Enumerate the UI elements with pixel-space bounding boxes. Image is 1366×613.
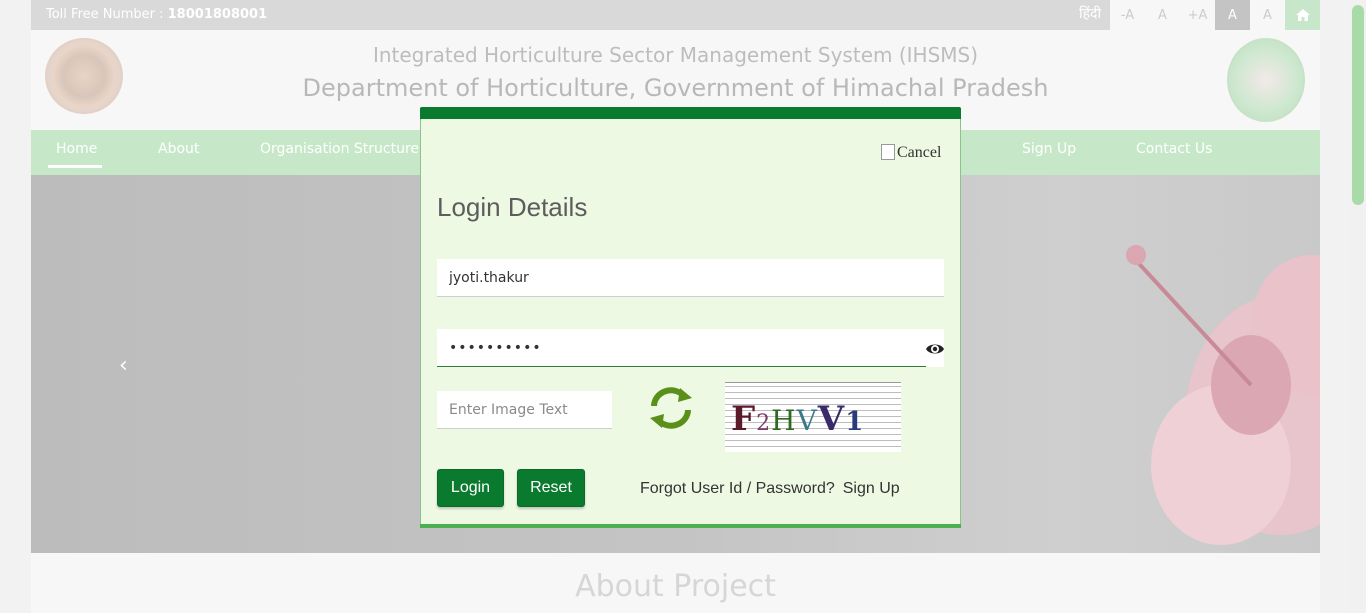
hibiscus-image <box>1126 245 1320 545</box>
modal-top-bar <box>420 107 961 119</box>
nav-active-indicator <box>48 165 102 168</box>
nav-item-about[interactable]: About <box>158 141 199 157</box>
captcha-char: V <box>817 399 846 439</box>
login-links: Forgot User Id / Password? Sign Up <box>640 480 900 498</box>
nav-item-sign-up[interactable]: Sign Up <box>1022 141 1076 157</box>
toll-free-number: 18001808001 <box>167 7 268 22</box>
hindi-language-link[interactable]: हिंदी <box>1079 4 1101 23</box>
username-input[interactable] <box>437 259 944 297</box>
password-input[interactable] <box>437 329 926 367</box>
nav-item-home[interactable]: Home <box>56 141 97 157</box>
forgot-password-link[interactable]: Forgot User Id / Password? <box>640 480 835 497</box>
cancel-button[interactable]: Cancel <box>881 144 941 162</box>
contrast-dark-button[interactable]: A <box>1215 0 1250 30</box>
about-section: About Project <box>31 553 1320 613</box>
home-icon <box>1295 9 1310 21</box>
department-title: Department of Horticulture, Government o… <box>302 74 1049 102</box>
captcha-input[interactable] <box>437 391 612 429</box>
captcha-image: F2HVV1 <box>725 382 901 452</box>
login-modal: Cancel Login Details F2HVV1 Login Reset … <box>420 107 961 528</box>
login-title: Login Details <box>437 192 588 222</box>
captcha-char: H <box>771 404 797 437</box>
nav-item-contact-us[interactable]: Contact Us <box>1136 141 1212 157</box>
font-normal-button[interactable]: A <box>1145 0 1180 30</box>
department-logo <box>1227 38 1305 122</box>
scrollbar-thumb[interactable] <box>1352 5 1364 205</box>
sign-up-link[interactable]: Sign Up <box>843 480 900 497</box>
reset-button[interactable]: Reset <box>517 469 585 507</box>
cancel-label: Cancel <box>897 144 942 161</box>
toll-free-info: Toll Free Number : 18001808001 <box>46 7 267 22</box>
font-increase-button[interactable]: +A <box>1180 0 1215 30</box>
eye-icon[interactable] <box>925 340 945 358</box>
login-button[interactable]: Login <box>437 469 504 507</box>
refresh-captcha-icon[interactable] <box>646 386 696 430</box>
broken-image-icon <box>881 144 895 160</box>
contrast-light-button[interactable]: A <box>1250 0 1285 30</box>
about-heading: About Project <box>575 569 776 604</box>
font-decrease-button[interactable]: -A <box>1110 0 1145 30</box>
top-bar: Toll Free Number : 18001808001 हिंदी -A … <box>31 0 1320 30</box>
home-button[interactable] <box>1285 0 1320 30</box>
nav-item-organisation-structure[interactable]: Organisation Structure <box>260 141 419 157</box>
captcha-char: V <box>796 404 818 437</box>
captcha-char: 1 <box>845 407 865 437</box>
carousel-prev-icon[interactable]: ‹ <box>119 353 128 378</box>
captcha-char: 2 <box>756 411 772 436</box>
modal-bottom-bar <box>420 524 961 528</box>
font-size-controls: -A A +A A A <box>1110 0 1320 30</box>
toll-free-label: Toll Free Number : <box>46 7 164 22</box>
captcha-text: F2HVV1 <box>731 399 864 439</box>
system-title: Integrated Horticulture Sector Managemen… <box>372 43 979 67</box>
captcha-char: F <box>731 399 757 439</box>
